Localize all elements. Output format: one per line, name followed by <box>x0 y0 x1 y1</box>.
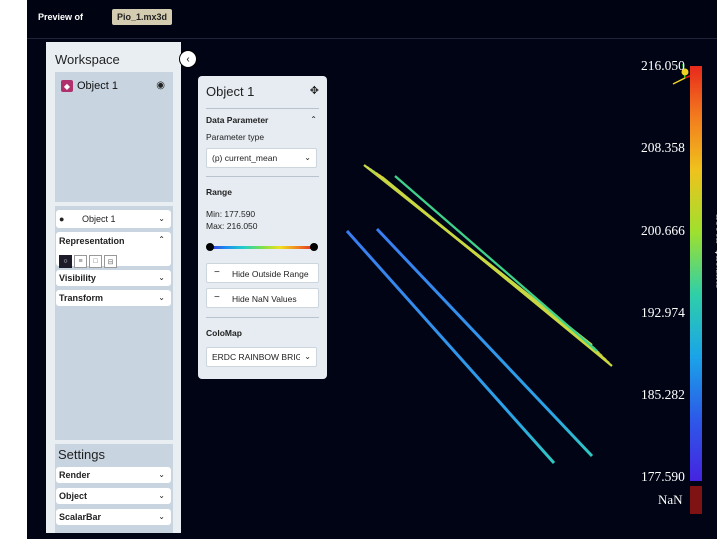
object-list: ◆ Object 1 ◉ <box>55 72 173 202</box>
surface-mode-icon[interactable]: ○ <box>59 255 72 268</box>
settings-item-render[interactable]: Render ⌄ <box>56 467 171 483</box>
chevron-down-icon: ⌄ <box>304 352 311 361</box>
colormap-select[interactable]: ERDC RAINBOW BRIGHT ⌄ <box>206 347 317 367</box>
settings-title: Settings <box>58 447 105 462</box>
cube-icon: ◆ <box>61 80 73 92</box>
preview-label: Preview of <box>38 12 84 22</box>
scale-tick: 200.666 <box>641 223 685 238</box>
transform-section[interactable]: Transform ⌄ <box>56 290 171 306</box>
object-data-panel: Object 1 ✥ Data Parameter ⌃ Parameter ty… <box>198 76 327 379</box>
workspace-title: Workspace <box>55 52 120 67</box>
outline-mode-icon[interactable]: ⊟ <box>104 255 117 268</box>
chevron-down-icon: ⌄ <box>158 470 165 479</box>
file-name-badge: Pio_1.mx3d <box>112 9 173 25</box>
colormap-label: ColoMap <box>206 328 242 338</box>
points-mode-icon[interactable]: □ <box>89 255 102 268</box>
settings-item-label: Render <box>59 470 91 480</box>
hide-outside-range-label: Hide Outside Range <box>232 269 309 279</box>
minus-icon: − <box>214 292 220 303</box>
chevron-down-icon: ⌄ <box>158 512 165 521</box>
settings-item-object[interactable]: Object ⌄ <box>56 488 171 504</box>
representation-modes: ○ ≡ □ ⊟ <box>59 255 117 268</box>
range-max-handle[interactable] <box>310 243 318 251</box>
settings-item-scalarbar[interactable]: ScalarBar ⌄ <box>56 509 171 525</box>
parameter-type-select[interactable]: (p) current_mean ⌄ <box>206 148 317 168</box>
collapse-panel-button[interactable]: ‹ <box>179 50 197 68</box>
representation-label: Representation <box>59 236 125 246</box>
range-slider[interactable] <box>208 246 316 249</box>
settings-item-label: ScalarBar <box>59 512 102 522</box>
visibility-label: Visibility <box>59 273 96 283</box>
chevron-up-icon: ⌃ <box>158 235 165 244</box>
hide-nan-button[interactable]: − Hide NaN Values <box>206 288 319 308</box>
range-max: Max: 216.050 <box>206 221 258 231</box>
eye-icon[interactable]: ◉ <box>156 80 165 91</box>
chevron-down-icon: ⌄ <box>158 293 165 302</box>
cube-icon: ● <box>59 214 65 224</box>
data-parameter-label: Data Parameter <box>206 115 269 125</box>
visibility-section[interactable]: Visibility ⌄ <box>56 270 171 286</box>
preview-header: Preview of Pio_1.mx3d <box>27 0 717 38</box>
range-min: Min: 177.590 <box>206 209 256 219</box>
scale-tick: 192.974 <box>641 305 685 320</box>
minus-icon: − <box>214 267 220 278</box>
panel-title: Object 1 <box>206 84 255 99</box>
wireframe-mode-icon[interactable]: ≡ <box>74 255 87 268</box>
hide-nan-label: Hide NaN Values <box>232 294 297 304</box>
transform-label: Transform <box>59 293 104 303</box>
green-streamlines <box>363 164 613 367</box>
object-name: Object 1 <box>77 80 118 92</box>
range-label: Range <box>206 187 232 197</box>
selected-object: Object 1 <box>82 214 116 224</box>
object-properties: ● Object 1 ⌄ Representation ⌃ ○ ≡ □ ⊟ Vi… <box>55 206 173 440</box>
chevron-down-icon: ⌄ <box>158 214 165 223</box>
workspace-panel: Workspace ◆ Object 1 ◉ ● Object 1 ⌄ Repr… <box>46 42 181 533</box>
nan-color-swatch <box>690 486 702 514</box>
chevron-down-icon: ⌄ <box>304 153 311 162</box>
chevron-down-icon: ⌄ <box>158 491 165 500</box>
hide-outside-range-button[interactable]: − Hide Outside Range <box>206 263 319 283</box>
divider <box>206 317 319 318</box>
scale-tick-max: 216.050 <box>641 58 685 73</box>
scale-tick: 185.282 <box>641 387 685 402</box>
scale-tick: 208.358 <box>641 140 685 155</box>
scalar-bar-title: current_mean <box>712 213 717 290</box>
object-list-item[interactable]: ◆ Object 1 <box>61 80 118 92</box>
settings-section: Settings Render ⌄ Object ⌄ ScalarBar ⌄ <box>55 444 173 533</box>
blue-streamlines <box>345 227 594 464</box>
color-scale-bar <box>690 66 702 481</box>
object-select[interactable]: ● Object 1 ⌄ <box>56 210 171 228</box>
chevron-down-icon: ⌄ <box>158 273 165 282</box>
representation-section[interactable]: Representation ⌃ ○ ≡ □ ⊟ <box>56 232 171 268</box>
colormap-value: ERDC RAINBOW BRIGHT <box>212 352 300 362</box>
range-min-handle[interactable] <box>206 243 214 251</box>
parameter-type-label: Parameter type <box>206 132 265 142</box>
nan-label: NaN <box>658 492 683 507</box>
move-icon[interactable]: ✥ <box>310 84 319 97</box>
chevron-up-icon[interactable]: ⌃ <box>310 115 317 124</box>
scale-tick-min: 177.590 <box>641 469 685 484</box>
divider <box>206 176 319 177</box>
settings-item-label: Object <box>59 491 88 501</box>
divider <box>206 108 319 109</box>
parameter-value: (p) current_mean <box>212 153 278 163</box>
